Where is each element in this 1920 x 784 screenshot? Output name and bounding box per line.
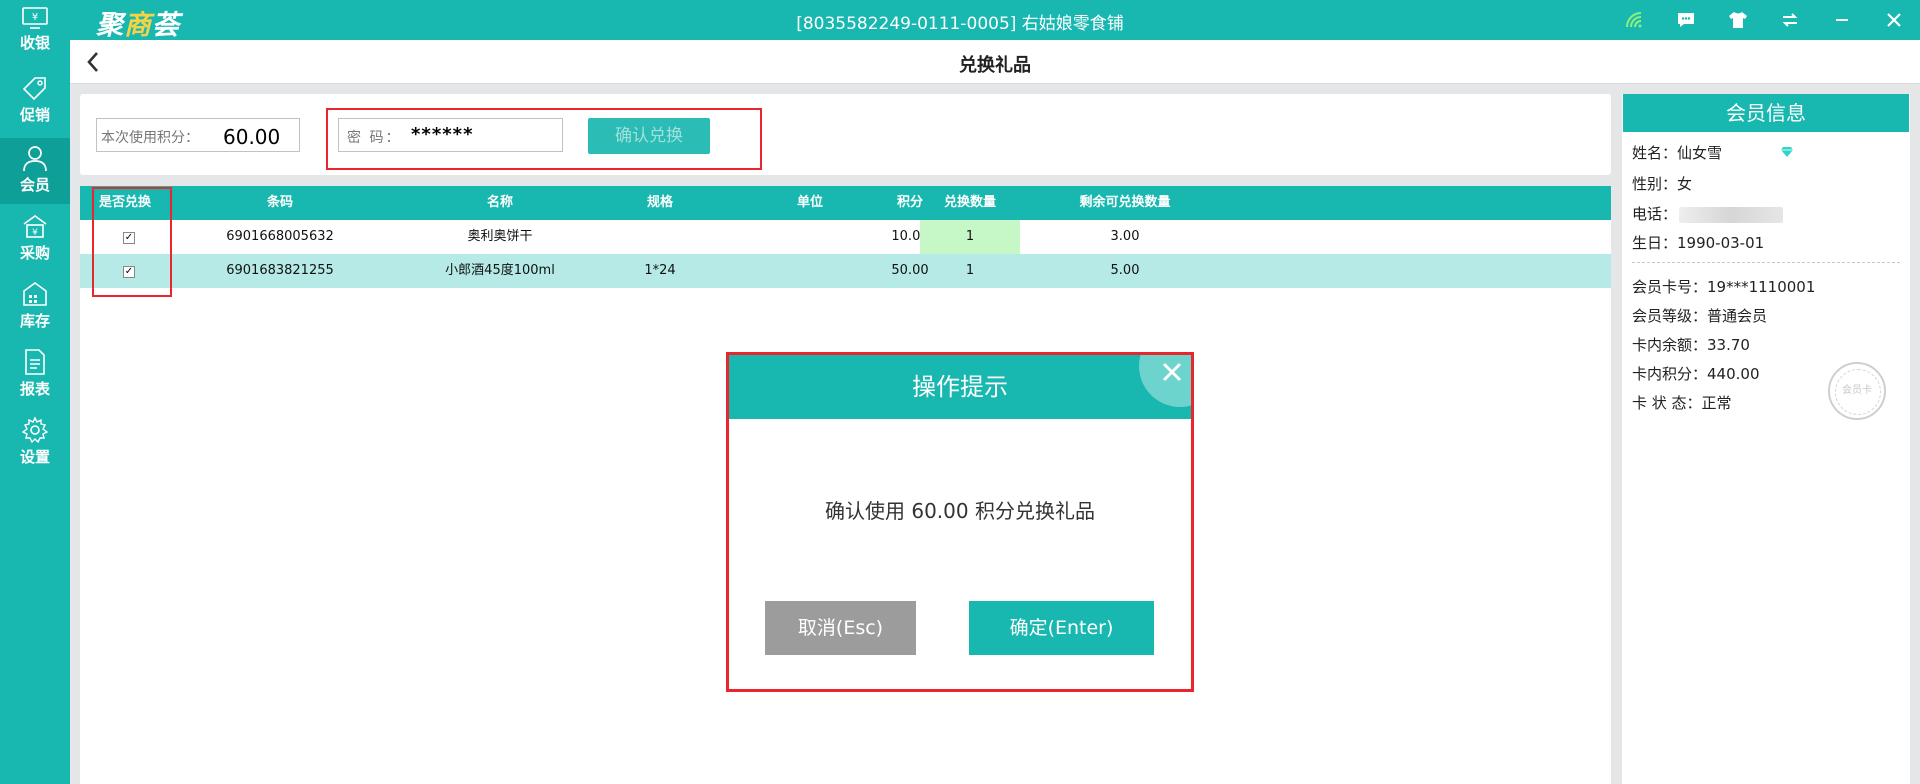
sidebar-item-report[interactable]: 报表 xyxy=(0,342,70,408)
points-label: 本次使用积分： xyxy=(101,130,199,146)
col-header-qty: 兑换数量 xyxy=(943,195,996,210)
sidebar: ¥ 收银 促销 会员 ¥ 采购 库存 报表 设置 xyxy=(0,0,70,784)
minimize-icon[interactable] xyxy=(1816,0,1868,40)
member-panel-title: 会员信息 xyxy=(1623,94,1909,132)
svg-text:¥: ¥ xyxy=(32,228,38,238)
close-icon[interactable] xyxy=(1161,361,1183,383)
sidebar-item-inventory[interactable]: 库存 xyxy=(0,274,70,340)
row-spec: 1*24 xyxy=(644,263,676,278)
col-header-name: 名称 xyxy=(486,195,513,210)
col-header-unit: 单位 xyxy=(796,195,823,210)
sidebar-label: 报表 xyxy=(19,380,50,398)
close-icon[interactable] xyxy=(1868,0,1920,40)
sidebar-item-cashier[interactable]: ¥ 收银 xyxy=(0,0,70,66)
sidebar-item-member[interactable]: 会员 xyxy=(0,138,70,204)
sidebar-label: 库存 xyxy=(19,312,50,330)
row-remaining: 3.00 xyxy=(1110,229,1140,244)
cancel-button[interactable]: 取消(Esc) xyxy=(765,601,916,655)
top-bar: 聚商荟 [8035582249-0111-0005] 右姑娘零食铺 xyxy=(0,0,1920,41)
member-phone: 电话： xyxy=(1632,203,1784,224)
sidebar-label: 会员 xyxy=(19,176,50,194)
row-name: 奥利奥饼干 xyxy=(467,229,533,244)
member-birthday: 生日：1990-03-01 xyxy=(1632,234,1765,252)
member-level: 会员等级：普通会员 xyxy=(1632,307,1768,325)
phone-redacted xyxy=(1679,206,1784,223)
sidebar-label: 设置 xyxy=(19,448,50,466)
highlight-box-select-column xyxy=(92,187,172,297)
dialog-message: 确认使用 60.00 积分兑换礼品 xyxy=(825,499,1095,523)
table-header: 是否兑换 条码 名称 规格 单位 积分 兑换数量 剩余可兑换数量 xyxy=(80,186,1611,220)
dialog-title: 操作提示 xyxy=(729,355,1191,419)
sidebar-item-purchase[interactable]: ¥ 采购 xyxy=(0,206,70,272)
svg-text:¥: ¥ xyxy=(32,12,38,23)
col-header-spec: 规格 xyxy=(646,195,673,210)
sidebar-label: 收银 xyxy=(19,34,50,52)
diamond-icon xyxy=(1781,147,1793,157)
member-stamp: 会员卡 xyxy=(1828,362,1886,420)
member-balance: 卡内余额：33.70 xyxy=(1632,336,1750,354)
wifi-icon[interactable] xyxy=(1608,0,1660,40)
row-name: 小郎酒45度100ml xyxy=(445,263,555,278)
page-title: 兑换礼品 xyxy=(959,55,1031,76)
sidebar-label: 促销 xyxy=(19,106,50,124)
col-header-barcode: 条码 xyxy=(266,195,293,210)
row-qty[interactable]: 1 xyxy=(920,254,1020,288)
sidebar-item-settings[interactable]: 设置 xyxy=(0,410,70,476)
points-field[interactable]: 本次使用积分： 60.00 xyxy=(96,118,300,152)
row-unit xyxy=(770,254,850,288)
sidebar-label: 采购 xyxy=(19,244,50,262)
window-controls xyxy=(1608,0,1920,40)
member-info-panel: 会员信息 姓名：仙女雪 性别：女 电话： 生日：1990-03-01 会员卡号：… xyxy=(1622,94,1910,784)
member-status: 卡 状 态：正常 xyxy=(1632,394,1732,412)
member-name: 姓名：仙女雪 xyxy=(1632,142,1793,163)
row-spec xyxy=(620,220,700,254)
highlight-box-password xyxy=(326,108,762,170)
sidebar-item-promotion[interactable]: 促销 xyxy=(0,70,70,136)
member-points: 卡内积分：440.00 xyxy=(1632,365,1760,383)
table-row[interactable]: ✓ 6901668005632 奥利奥饼干 10.00 1 3.00 xyxy=(80,220,1611,254)
row-barcode: 6901668005632 xyxy=(226,229,334,244)
ok-button[interactable]: 确定(Enter) xyxy=(969,601,1154,655)
report-icon xyxy=(25,349,45,375)
row-barcode: 6901683821255 xyxy=(226,263,334,278)
member-divider xyxy=(1632,262,1900,263)
exchange-toolbar: 本次使用积分： 60.00 密 码： ****** 确认兑换 xyxy=(80,94,1611,175)
warehouse-icon xyxy=(23,282,47,306)
col-header-remaining: 剩余可兑换数量 xyxy=(1079,195,1171,210)
row-remaining: 5.00 xyxy=(1110,263,1140,278)
swap-icon[interactable] xyxy=(1764,0,1816,40)
cashier-icon: ¥ xyxy=(22,7,48,29)
tag-icon xyxy=(22,77,46,101)
member-card-no: 会员卡号：19***1110001 xyxy=(1632,278,1816,296)
purchase-icon: ¥ xyxy=(23,215,47,238)
row-unit xyxy=(770,220,850,254)
user-icon xyxy=(23,146,47,172)
gear-icon xyxy=(21,416,49,444)
table-row[interactable]: ✓ 6901683821255 小郎酒45度100ml 1*24 50.00 1… xyxy=(80,254,1611,288)
member-gender: 性别：女 xyxy=(1632,175,1693,193)
shirt-icon[interactable] xyxy=(1712,0,1764,40)
confirm-dialog: 操作提示 确认使用 60.00 积分兑换礼品 取消(Esc) 确定(Enter) xyxy=(729,355,1191,689)
page-header: 兑换礼品 xyxy=(70,40,1920,84)
row-qty[interactable]: 1 xyxy=(920,220,1020,254)
chat-icon[interactable] xyxy=(1660,0,1712,40)
points-value: 60.00 xyxy=(223,125,281,149)
